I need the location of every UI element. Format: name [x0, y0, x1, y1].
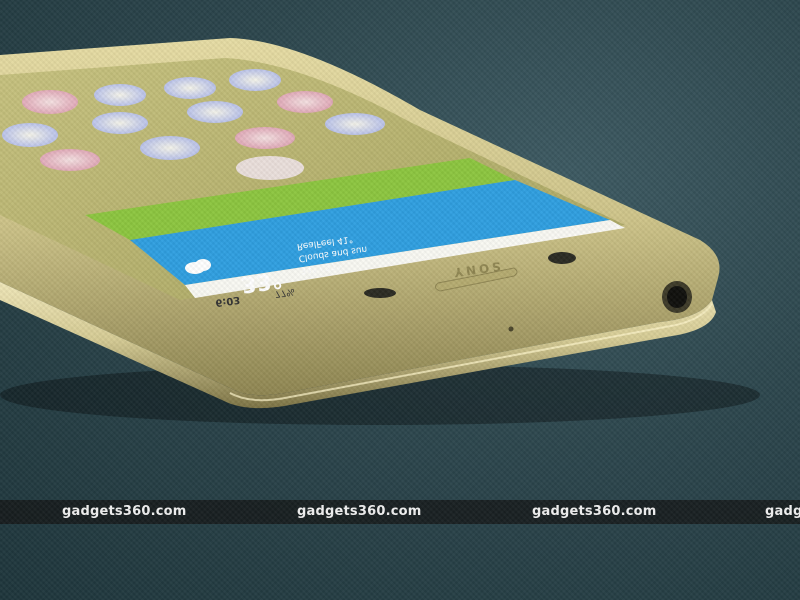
microphone-hole: [508, 326, 514, 332]
watermark-text: gadgets360.com: [297, 504, 422, 519]
watermark-text: gadgets360.com: [532, 504, 657, 519]
photo-scene: 33° 34° / 27° Clouds and sun RealFeel 41…: [0, 0, 800, 600]
front-camera: [548, 252, 576, 264]
watermark-text: gadgets360.com: [62, 504, 187, 519]
watermark-band: gadgets360.com gadgets360.com gadgets360…: [0, 500, 800, 524]
proximity-sensor: [364, 288, 396, 298]
watermark-text: gadge: [765, 504, 800, 519]
